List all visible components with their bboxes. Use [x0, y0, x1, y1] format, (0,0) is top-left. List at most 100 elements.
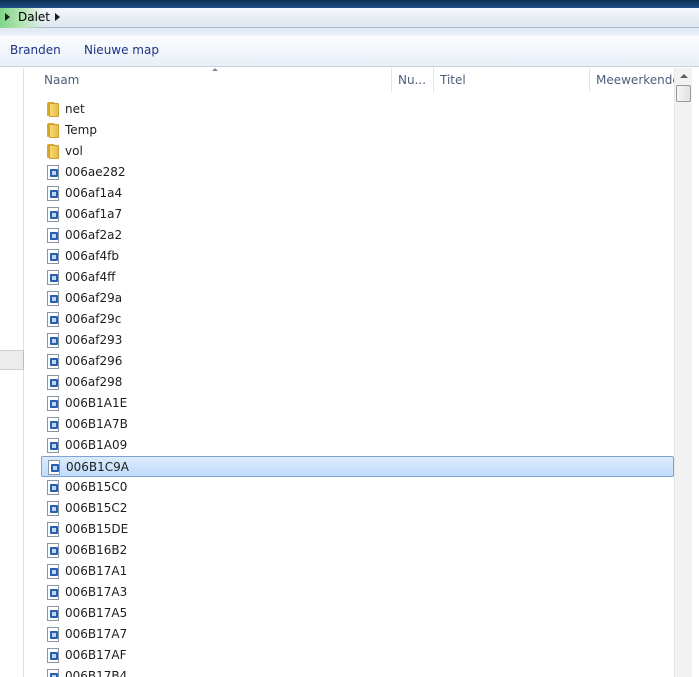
breadcrumb-item-dalet[interactable]: Dalet: [18, 10, 50, 24]
file-item[interactable]: 006af298: [41, 372, 674, 393]
file-item[interactable]: 006B15C2: [41, 498, 674, 519]
item-name: 006af29a: [65, 291, 123, 305]
folder-icon: [46, 102, 60, 117]
media-file-icon: [46, 543, 60, 558]
file-item[interactable]: 006B17A3: [41, 582, 674, 603]
file-item[interactable]: 006B1A7B: [41, 414, 674, 435]
media-file-icon: [46, 396, 60, 411]
file-item[interactable]: 006af4fb: [41, 246, 674, 267]
file-item[interactable]: 006af29c: [41, 309, 674, 330]
file-item[interactable]: 006af1a7: [41, 204, 674, 225]
window-top-border: [0, 0, 699, 8]
column-header-name[interactable]: Naam: [38, 68, 392, 92]
item-name: 006B1C9A: [66, 460, 129, 474]
scroll-up-arrow-icon[interactable]: [675, 68, 692, 84]
item-name: 006B15C0: [65, 480, 128, 494]
item-name: 006B1A09: [65, 438, 128, 452]
address-bar[interactable]: Dalet: [0, 8, 699, 28]
item-name: 006B17A5: [65, 606, 128, 620]
media-file-icon: [46, 249, 60, 264]
column-header-contributing-artists[interactable]: Meewerkende: [590, 68, 674, 92]
folder-item[interactable]: Temp: [41, 120, 674, 141]
item-name: 006B17A1: [65, 564, 128, 578]
item-name: 006af4fb: [65, 249, 119, 263]
item-name: 006af1a7: [65, 207, 123, 221]
media-file-icon: [46, 312, 60, 327]
nav-pane-selected-item[interactable]: [0, 350, 24, 370]
item-name: 006B1A7B: [65, 417, 128, 431]
media-file-icon: [46, 228, 60, 243]
toolbar-separator: [0, 28, 699, 36]
item-name: 006B17B4: [65, 669, 128, 677]
new-folder-button[interactable]: Nieuwe map: [84, 43, 159, 57]
item-name: 006af29c: [65, 312, 122, 326]
file-item[interactable]: 006af296: [41, 351, 674, 372]
media-file-icon: [46, 585, 60, 600]
vertical-scrollbar[interactable]: [674, 68, 692, 677]
file-item[interactable]: 006B17A5: [41, 603, 674, 624]
file-item[interactable]: 006B17AF: [41, 645, 674, 666]
file-item[interactable]: 006af2a2: [41, 225, 674, 246]
file-item[interactable]: 006B15DE: [41, 519, 674, 540]
item-name: net: [65, 102, 85, 116]
item-name: 006af4ff: [65, 270, 116, 284]
item-name: 006B17A7: [65, 627, 128, 641]
media-file-icon: [46, 627, 60, 642]
folder-icon: [46, 123, 60, 138]
media-file-icon: [46, 606, 60, 621]
column-header: Naam Nu... Titel Meewerkende: [30, 68, 674, 92]
burn-button[interactable]: Branden: [10, 43, 61, 57]
file-item[interactable]: 006af1a4: [41, 183, 674, 204]
navigation-pane[interactable]: [0, 68, 24, 677]
file-list[interactable]: net Temp vol 006ae282 006af1a4 006af1a7 006af2…: [30, 99, 674, 677]
item-name: 006af296: [65, 354, 123, 368]
folder-item[interactable]: net: [41, 99, 674, 120]
media-file-icon: [46, 669, 60, 677]
item-name: Temp: [65, 123, 97, 137]
file-item[interactable]: 006af29a: [41, 288, 674, 309]
media-file-icon: [46, 333, 60, 348]
column-header-title[interactable]: Titel: [434, 68, 590, 92]
media-file-icon: [46, 417, 60, 432]
item-name: 006B1A1E: [65, 396, 128, 410]
item-name: 006B16B2: [65, 543, 128, 557]
item-name: 006B15DE: [65, 522, 129, 536]
file-item[interactable]: 006B17A7: [41, 624, 674, 645]
media-file-icon: [46, 186, 60, 201]
folder-icon: [46, 144, 60, 159]
item-name: 006af2a2: [65, 228, 123, 242]
file-item[interactable]: 006B1A1E: [41, 393, 674, 414]
item-name: 006B15C2: [65, 501, 128, 515]
file-item[interactable]: 006ae282: [41, 162, 674, 183]
file-item[interactable]: 006B1A09: [41, 435, 674, 456]
media-file-icon: [46, 522, 60, 537]
command-bar: Branden Nieuwe map: [0, 36, 699, 67]
item-name: 006af298: [65, 375, 123, 389]
item-name: 006af1a4: [65, 186, 123, 200]
media-file-icon: [46, 375, 60, 390]
file-item[interactable]: 006B16B2: [41, 540, 674, 561]
scroll-thumb[interactable]: [676, 85, 691, 102]
window-right-edge: [692, 68, 699, 677]
item-name: 006B17AF: [65, 648, 127, 662]
file-item[interactable]: 006B17B4: [41, 666, 674, 677]
file-item[interactable]: 006B1C9A: [41, 456, 674, 477]
file-item[interactable]: 006af293: [41, 330, 674, 351]
item-name: vol: [65, 144, 83, 158]
file-item[interactable]: 006B17A1: [41, 561, 674, 582]
folder-item[interactable]: vol: [41, 141, 674, 162]
media-file-icon: [46, 438, 60, 453]
breadcrumb-chevron-icon[interactable]: [55, 13, 60, 21]
file-item[interactable]: 006af4ff: [41, 267, 674, 288]
media-file-icon: [46, 501, 60, 516]
column-header-number[interactable]: Nu...: [392, 68, 434, 92]
media-file-icon: [46, 648, 60, 663]
item-name: 006B17A3: [65, 585, 128, 599]
breadcrumb-root-arrow-icon[interactable]: [5, 13, 10, 21]
media-file-icon: [46, 480, 60, 495]
item-name: 006af293: [65, 333, 123, 347]
file-item[interactable]: 006B15C0: [41, 477, 674, 498]
media-file-icon: [46, 291, 60, 306]
item-name: 006ae282: [65, 165, 126, 179]
media-file-icon: [46, 564, 60, 579]
